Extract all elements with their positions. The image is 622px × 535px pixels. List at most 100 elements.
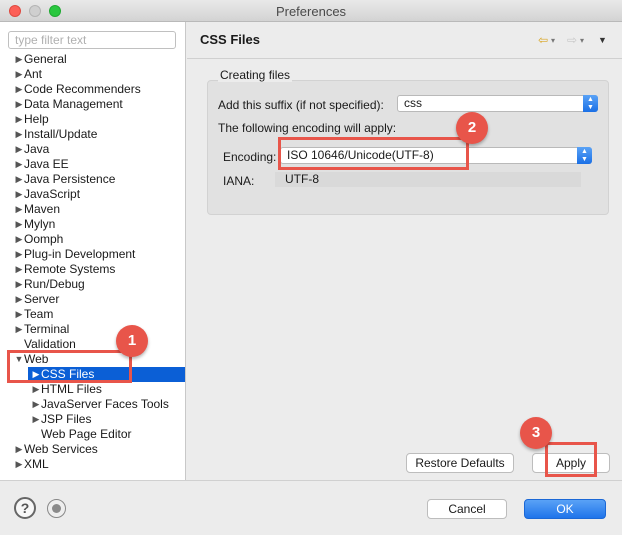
- tree-item-label: Run/Debug: [24, 277, 85, 291]
- encoding-label: Encoding:: [223, 150, 277, 164]
- tree-item[interactable]: ▶ Ant: [0, 67, 185, 82]
- iana-label: IANA:: [223, 174, 255, 188]
- tree-item[interactable]: ▶ Help: [0, 112, 185, 127]
- tree-item[interactable]: ▶ Remote Systems: [0, 262, 185, 277]
- collapsed-chevron-icon[interactable]: ▶: [14, 217, 24, 232]
- tree-item-label: Team: [24, 307, 54, 321]
- tree-item-label: Ant: [24, 67, 43, 81]
- collapsed-chevron-icon[interactable]: ▶: [14, 127, 24, 142]
- collapsed-chevron-icon[interactable]: ▶: [31, 382, 41, 397]
- tree-item-label: Web Services: [24, 442, 98, 456]
- collapsed-chevron-icon[interactable]: ▶: [14, 67, 24, 82]
- collapsed-chevron-icon[interactable]: ▶: [14, 232, 24, 247]
- footer-divider: [0, 480, 622, 481]
- preferences-tree: ▶ General ▶ Ant ▶ Code Recommenders ▶ Data Mana…: [0, 52, 185, 472]
- tree-item-label: Remote Systems: [24, 262, 116, 276]
- collapsed-chevron-icon[interactable]: ▶: [14, 187, 24, 202]
- header-divider: [187, 58, 622, 59]
- collapsed-chevron-icon[interactable]: ▶: [14, 157, 24, 172]
- tree-item-label: Java: [24, 142, 50, 156]
- tree-item[interactable]: ▶ Data Management: [0, 97, 185, 112]
- tree-item-label: Mylyn: [24, 217, 56, 231]
- suffix-select[interactable]: css ▲ ▼: [397, 95, 598, 112]
- tree-item-label: Data Management: [24, 97, 123, 111]
- restore-defaults-button[interactable]: Restore Defaults: [406, 453, 514, 473]
- collapsed-chevron-icon[interactable]: ▶: [14, 262, 24, 277]
- tree-item-label: HTML Files: [41, 382, 102, 396]
- tree-item[interactable]: ▶ Code Recommenders: [0, 82, 185, 97]
- title-bar: Preferences: [0, 0, 622, 22]
- tree-item-label: XML: [24, 457, 49, 471]
- collapsed-chevron-icon[interactable]: ▶: [14, 202, 24, 217]
- tree-item-label: JavaScript: [24, 187, 81, 201]
- tree-item-label: Terminal: [24, 322, 70, 336]
- collapsed-chevron-icon[interactable]: ▶: [14, 307, 24, 322]
- window-title: Preferences: [275, 4, 347, 19]
- tree-item[interactable]: ▶ Terminal: [0, 322, 185, 337]
- forward-arrow-icon[interactable]: ⇨: [567, 33, 577, 47]
- view-menu-icon[interactable]: ▼: [598, 35, 607, 45]
- tree-item-label: Code Recommenders: [24, 82, 141, 96]
- collapsed-chevron-icon[interactable]: ▶: [14, 292, 24, 307]
- tree-item[interactable]: ▶ Server: [0, 292, 185, 307]
- collapsed-chevron-icon[interactable]: ▶: [31, 412, 41, 427]
- preferences-tree-panel: ▶General▶Ant▶Code Recommenders▶Data Mana…: [0, 22, 186, 480]
- tree-item[interactable]: ▶ Java: [0, 142, 185, 157]
- tree-item[interactable]: ▶ JavaScript: [0, 187, 185, 202]
- callout-badge-1: 1: [116, 325, 148, 357]
- collapsed-chevron-icon[interactable]: ▶: [14, 82, 24, 97]
- tree-item[interactable]: ▶ Plug-in Development: [0, 247, 185, 262]
- highlight-apply: [545, 442, 597, 477]
- collapsed-chevron-icon[interactable]: ▶: [14, 277, 24, 292]
- collapsed-chevron-icon[interactable]: ▶: [14, 247, 24, 262]
- ok-button[interactable]: OK: [524, 499, 606, 519]
- tree-item-label: Web Page Editor: [41, 427, 132, 441]
- encoding-note: The following encoding will apply:: [218, 121, 397, 135]
- tree-item[interactable]: ▶ General: [0, 52, 185, 67]
- import-export-icon[interactable]: [47, 499, 66, 518]
- preference-page: CSS Files ⇦ ▾ ⇨ ▾ ▼ Add this suffix (if …: [187, 22, 622, 480]
- back-arrow-icon[interactable]: ⇦: [538, 33, 548, 47]
- cancel-button[interactable]: Cancel: [427, 499, 507, 519]
- tree-item-label: Server: [24, 292, 60, 306]
- collapsed-chevron-icon[interactable]: ▶: [31, 397, 41, 412]
- collapsed-chevron-icon[interactable]: ▶: [14, 457, 24, 472]
- tree-item[interactable]: Web Page Editor: [0, 427, 185, 442]
- page-title: CSS Files: [200, 32, 260, 47]
- tree-item[interactable]: ▶ Java EE: [0, 157, 185, 172]
- tree-item-label: Oomph: [24, 232, 64, 246]
- tree-item[interactable]: ▶ HTML Files: [0, 382, 185, 397]
- tree-item[interactable]: ▶ Java Persistence: [0, 172, 185, 187]
- tree-item[interactable]: ▶ Web Services: [0, 442, 185, 457]
- back-history-chevron-icon[interactable]: ▾: [551, 36, 555, 45]
- encoding-select-stepper-icon: ▲ ▼: [577, 147, 592, 164]
- highlight-encoding: [278, 137, 469, 170]
- collapsed-chevron-icon[interactable]: ▶: [14, 322, 24, 337]
- tree-item[interactable]: ▶ Mylyn: [0, 217, 185, 232]
- tree-item-label: Install/Update: [24, 127, 98, 141]
- callout-badge-2: 2: [456, 112, 488, 144]
- suffix-select-value: css: [404, 96, 422, 110]
- forward-history-chevron-icon[interactable]: ▾: [580, 36, 584, 45]
- tree-item[interactable]: ▶ JavaServer Faces Tools: [0, 397, 185, 412]
- collapsed-chevron-icon[interactable]: ▶: [14, 442, 24, 457]
- tree-item[interactable]: ▶ Maven: [0, 202, 185, 217]
- collapsed-chevron-icon[interactable]: ▶: [14, 142, 24, 157]
- tree-item[interactable]: ▶ Run/Debug: [0, 277, 185, 292]
- collapsed-chevron-icon[interactable]: ▶: [14, 97, 24, 112]
- tree-item-label: Java EE: [24, 157, 69, 171]
- tree-item[interactable]: ▶ Team: [0, 307, 185, 322]
- help-icon[interactable]: ?: [14, 497, 36, 519]
- tree-item-label: Java Persistence: [24, 172, 116, 186]
- tree-item-label: JSP Files: [41, 412, 92, 426]
- tree-item[interactable]: ▶ JSP Files: [0, 412, 185, 427]
- tree-item[interactable]: ▶ Oomph: [0, 232, 185, 247]
- collapsed-chevron-icon[interactable]: ▶: [14, 112, 24, 127]
- tree-item[interactable]: ▶ XML: [0, 457, 185, 472]
- tree-item-label: Help: [24, 112, 49, 126]
- group-title: Creating files: [218, 68, 293, 82]
- collapsed-chevron-icon[interactable]: ▶: [14, 172, 24, 187]
- filter-input[interactable]: [8, 31, 176, 49]
- tree-item[interactable]: ▶ Install/Update: [0, 127, 185, 142]
- collapsed-chevron-icon[interactable]: ▶: [14, 52, 24, 67]
